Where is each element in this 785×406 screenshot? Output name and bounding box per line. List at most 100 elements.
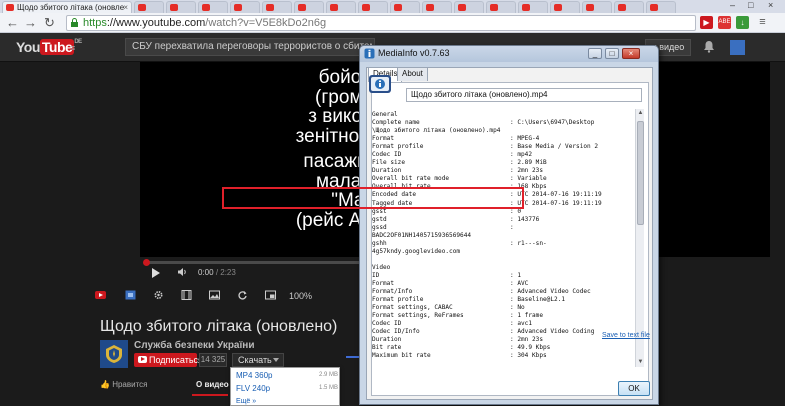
channel-avatar[interactable] [100,340,128,368]
youtube-tool-icon[interactable] [95,290,106,300]
browser-tab[interactable] [262,1,292,13]
report-scrollbar[interactable]: ▲ ▼ [635,109,644,367]
mediainfo-titlebar[interactable]: MediaInfo v0.7.63 _ □ × [360,46,658,62]
date-highlight-box [222,187,524,209]
thumbs-up-icon: 👍 [100,380,110,389]
search-input[interactable]: СБУ перехватила переговоры террористов о… [125,38,375,56]
scroll-up-icon[interactable]: ▲ [637,110,644,117]
address-bar[interactable]: https://www.youtube.com/watch?v=V5E8kDo2… [66,15,696,31]
reload-icon[interactable]: ↻ [44,15,55,30]
report-value: : 304 Kbps [510,352,547,360]
youtube-mini-icon [138,356,147,363]
report-value: : 49.9 Kbps [510,344,551,352]
report-row: Complete name: C:\Users\6947\Desktop [372,119,634,127]
browser-tab[interactable] [454,1,484,13]
time-current: 0:00 [198,268,214,277]
browser-tab-active[interactable]: Щодо збитого літака (оновле × [2,1,132,13]
browser-tab[interactable] [582,1,612,13]
settings-gear-icon[interactable] [153,290,164,300]
screenshot-icon[interactable] [125,290,136,300]
volume-icon[interactable] [177,267,188,277]
minimize-icon[interactable]: _ [588,48,602,59]
browser-tab[interactable] [550,1,580,13]
browser-tab[interactable] [294,1,324,13]
like-button[interactable]: 👍 Нравится [100,380,148,389]
browser-tab[interactable] [646,1,676,13]
seek-bar[interactable] [143,259,366,266]
download-option-mp4[interactable]: MP4 360p 2.9 MB [236,371,338,380]
scrollbar-thumb[interactable] [637,121,644,225]
window-minimize-icon[interactable]: – [730,0,735,10]
account-avatar[interactable] [730,40,745,55]
guide-menu-icon[interactable]: ≡ [70,43,75,53]
browser-tab[interactable] [230,1,260,13]
like-label: Нравится [112,380,148,389]
browser-tab[interactable] [518,1,548,13]
tab-favicon-icon [426,4,434,11]
tab-favicon-icon [202,4,210,11]
subscribe-button[interactable]: Подписаться [134,353,203,367]
browser-tab[interactable] [326,1,356,13]
close-icon[interactable]: × [622,48,640,59]
scroll-down-icon[interactable]: ▼ [637,359,644,366]
video-title: Щодо збитого літака (оновлено) [100,318,338,335]
page-margin [770,62,785,406]
browser-tab[interactable] [486,1,516,13]
report-row: Format settings, ReFrames: 1 frame [372,312,634,320]
report-row: \Щодо збитого літака (оновлено).mp4 [372,127,634,135]
youtube-favicon-icon [6,4,14,11]
image-icon[interactable] [209,290,220,300]
download-option-size: 1.5 MB [319,385,339,391]
ok-button[interactable]: OK [618,381,650,396]
report-key: File size [372,159,406,167]
browser-tab[interactable] [198,1,228,13]
download-extension-icon[interactable]: ↓ [736,16,749,29]
player-zoom-label[interactable]: 100% [289,291,312,301]
report-row [372,256,634,264]
browser-tab[interactable] [358,1,388,13]
logo-you: You [16,39,40,55]
tab-about-mediainfo[interactable]: About [397,67,428,81]
play-icon[interactable] [152,268,160,278]
browser-tab-bar: Щодо збитого літака (оновле × – □ × [0,0,785,13]
maximize-icon[interactable]: □ [605,48,619,59]
report-value: : [510,223,514,231]
channel-name[interactable]: Служба безпеки України [134,340,255,351]
download-button[interactable]: Скачать [232,353,284,367]
browser-tab-title: Щодо збитого літака (оновле [17,3,125,12]
browser-tab[interactable] [134,1,164,13]
adblock-extension-icon[interactable]: ABE [718,16,731,29]
tab-favicon-icon [458,4,466,11]
report-value: : 2mn 23s [510,167,544,175]
back-icon[interactable]: ← [6,15,19,30]
time-duration: / 2:23 [215,268,236,277]
save-to-text-file-link[interactable]: Save to text file [602,332,650,339]
window-maximize-icon[interactable]: □ [748,0,753,10]
popout-icon[interactable] [265,290,276,300]
report-row: Format profile: Base Media / Version 2 [372,143,634,151]
download-option-flv[interactable]: FLV 240p 1.5 MB [236,384,338,393]
report-row: 4g57kndy.googlevideo.com [372,248,634,256]
report-key: BADC2OF01NH1405715936569644 [372,231,472,239]
tab-about[interactable]: О видео [192,380,229,396]
file-name-field[interactable]: Щодо збитого літака (оновлено).mp4 [406,88,642,102]
browser-tab[interactable] [422,1,452,13]
report-row: Codec ID: mp42 [372,151,634,159]
report-value: : MPEG-4 [510,135,540,143]
seek-handle[interactable] [143,259,150,266]
tab-favicon-icon [554,4,562,11]
browser-tab[interactable] [166,1,196,13]
download-more-link[interactable]: Ещё » [236,398,256,405]
tab-close-icon[interactable]: × [123,2,128,13]
tab-favicon-icon [234,4,242,11]
browser-tab[interactable] [390,1,420,13]
notifications-bell-icon[interactable] [703,40,715,53]
filmstrip-icon[interactable] [181,290,192,300]
youtube-extension-icon[interactable]: ▶ [700,16,713,29]
menu-icon[interactable]: ≡ [756,16,769,29]
window-close-icon[interactable]: × [768,0,773,10]
browser-tab[interactable] [614,1,644,13]
loop-icon[interactable] [237,290,248,300]
forward-icon[interactable]: → [24,15,37,30]
report-row: Format profile: Baseline@L2.1 [372,296,634,304]
